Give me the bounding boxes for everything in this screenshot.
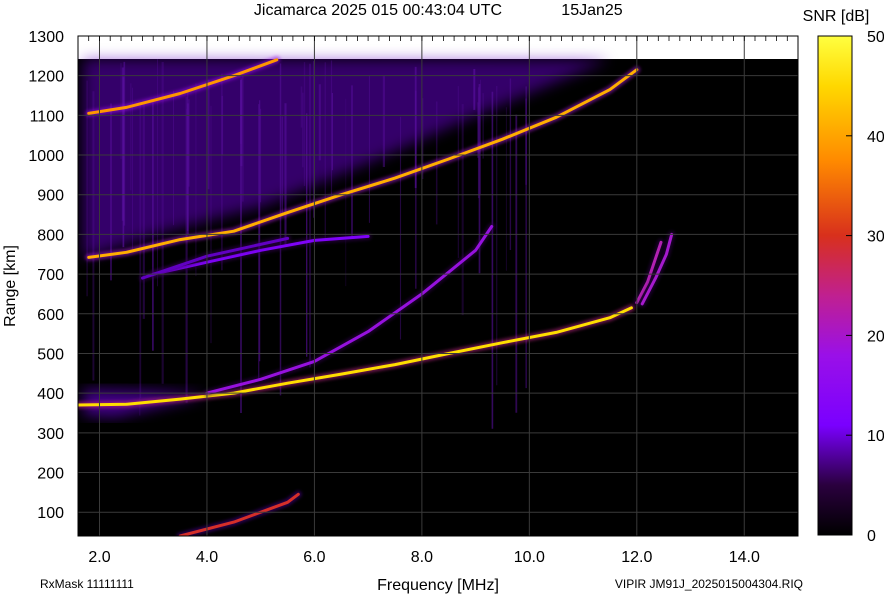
x-tick-label: 2.0 — [88, 549, 110, 566]
chart-date: 15Jan25 — [561, 2, 622, 19]
x-tick-label: 4.0 — [196, 549, 218, 566]
colorbar-tick-label: 30 — [867, 229, 884, 246]
y-tick-label: 300 — [37, 426, 64, 443]
colorbar — [817, 35, 853, 536]
y-tick-label: 400 — [37, 386, 64, 403]
colorbar-tick-label: 0 — [867, 528, 876, 545]
x-tick-label: 12.0 — [621, 549, 652, 566]
ionogram-chart: 2.0 4.0 6.0 8.0 10.0 12.0 14.0 100200300400500… — [2, 2, 884, 594]
y-tick-label: 1000 — [28, 148, 64, 165]
colorbar-label: SNR [dB] — [803, 8, 870, 25]
x-axis-label: Frequency [MHz] — [377, 577, 499, 594]
chart-title: Jicamarca 2025 015 00:43:04 UTC — [254, 2, 502, 19]
colorbar-tick-label: 40 — [867, 129, 884, 146]
x-tick-label: 10.0 — [514, 549, 545, 566]
y-tick-label: 100 — [37, 505, 64, 522]
y-tick-label: 1200 — [28, 69, 64, 86]
colorbar-tick-label: 20 — [867, 328, 884, 345]
x-tick-label: 6.0 — [303, 549, 325, 566]
y-tick-label: 800 — [37, 227, 64, 244]
file-info-label: VIPIR JM91J_2025015004304.RIQ — [615, 577, 803, 591]
y-tick-label: 1300 — [28, 29, 64, 46]
y-tick-label: 700 — [37, 267, 64, 284]
y-tick-label: 500 — [37, 347, 64, 364]
colorbar-tick-label: 50 — [867, 29, 884, 46]
y-tick-label: 900 — [37, 188, 64, 205]
y-axis-label: Range [km] — [2, 245, 19, 327]
y-tick-label: 600 — [37, 307, 64, 324]
x-tick-label: 8.0 — [411, 549, 433, 566]
y-tick-label: 1100 — [30, 108, 65, 125]
rx-mask-label: RxMask 11111111 — [40, 577, 134, 591]
x-tick-label: 14.0 — [729, 549, 760, 566]
y-tick-label: 200 — [37, 466, 64, 483]
colorbar-tick-label: 10 — [867, 428, 884, 445]
